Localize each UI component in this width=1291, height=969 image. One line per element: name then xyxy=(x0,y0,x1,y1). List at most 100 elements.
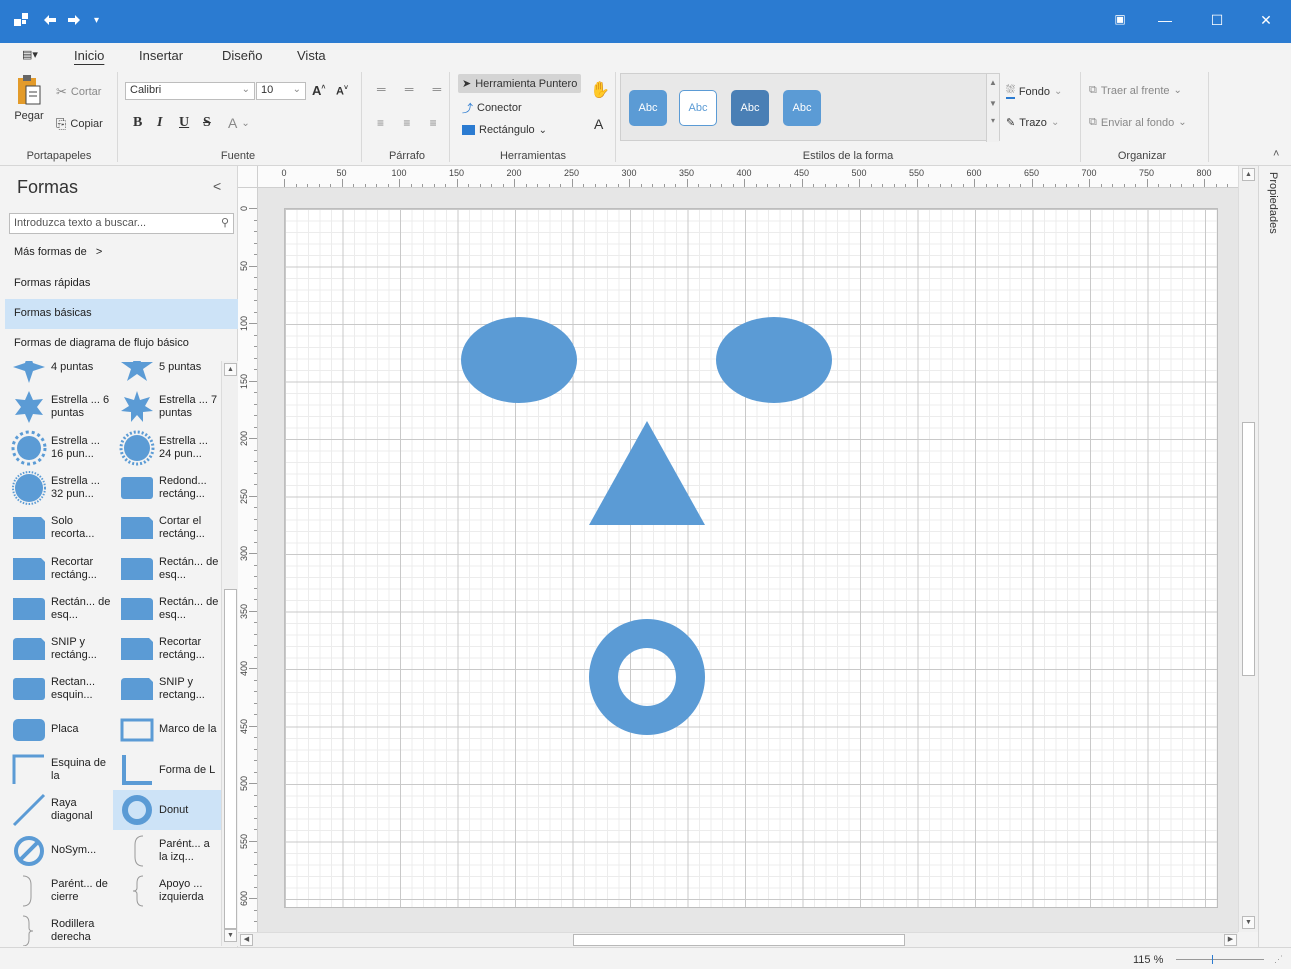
ellipse-shape-left[interactable] xyxy=(461,317,577,403)
shape-item[interactable]: Raya diagonal xyxy=(5,790,113,830)
shrink-font-button[interactable]: A˅ xyxy=(336,85,348,98)
fill-button[interactable]: ⛆ Fondo ⌄ xyxy=(1006,84,1062,99)
font-family-combo[interactable]: Calibri ⌄ xyxy=(125,82,255,100)
pointer-tool-button[interactable]: ➤ Herramienta Puntero xyxy=(458,74,582,93)
undo-icon[interactable] xyxy=(42,13,58,30)
properties-panel[interactable]: Propiedades xyxy=(1258,166,1291,947)
font-size-combo[interactable]: 10 ⌄ xyxy=(256,82,306,100)
grow-font-button[interactable]: A˄ xyxy=(312,83,325,98)
shape-item[interactable]: Parént... de cierre xyxy=(5,871,113,911)
bold-button[interactable]: B xyxy=(133,115,142,131)
shape-item[interactable]: Estrella ... 7 puntas xyxy=(113,387,221,427)
send-to-back-button[interactable]: ⧉ Enviar al fondo ⌄ xyxy=(1089,116,1187,129)
shape-item[interactable]: SNIP y rectang... xyxy=(113,669,221,709)
text-tool-button[interactable]: A xyxy=(594,116,603,132)
shape-item[interactable]: 4 puntas xyxy=(5,361,113,387)
shape-style-swatch[interactable]: Abc xyxy=(679,90,717,126)
pan-tool-button[interactable]: ✋ xyxy=(590,80,610,100)
properties-panel-label[interactable]: Propiedades xyxy=(1267,172,1279,234)
shape-style-swatch[interactable]: Abc xyxy=(783,90,821,126)
donut-shape[interactable] xyxy=(589,619,706,735)
customize-icon[interactable]: ▾ xyxy=(94,13,99,29)
tab-vista[interactable]: Vista xyxy=(297,48,326,63)
cut-button[interactable]: ✂ Cortar xyxy=(56,84,101,100)
scroll-down-icon[interactable]: ▼ xyxy=(224,929,237,942)
collapse-panel-icon[interactable]: < xyxy=(213,178,221,194)
connector-tool-button[interactable]: ⤴ Conector xyxy=(462,100,522,116)
maximize-icon[interactable]: ☐ xyxy=(1207,12,1227,29)
rectangle-tool-button[interactable]: Rectángulo ⌄ xyxy=(462,124,547,136)
shape-item[interactable]: Forma de L xyxy=(113,750,221,790)
zoom-slider-thumb[interactable] xyxy=(1212,955,1213,964)
strikethrough-button[interactable]: S xyxy=(203,115,211,131)
shape-list-scrollbar[interactable]: ▲ ▼ xyxy=(221,361,238,946)
stroke-button[interactable]: ✎ Trazo ⌄ xyxy=(1006,116,1059,130)
shape-item[interactable]: Estrella ... 24 pun... xyxy=(113,428,221,468)
triangle-shape[interactable] xyxy=(589,421,705,525)
shape-search-input[interactable]: Introduzca texto a buscar... ⚲ xyxy=(9,213,234,234)
shape-item[interactable]: Rectán... de esq... xyxy=(5,589,113,629)
category-basic-flowchart[interactable]: Formas de diagrama de flujo básico xyxy=(5,329,238,359)
font-color-button[interactable]: A ⌄ xyxy=(228,115,250,131)
shape-item[interactable]: Recortar rectáng... xyxy=(113,629,221,669)
shape-item[interactable]: Estrella ... 32 pun... xyxy=(5,468,113,508)
category-quick-shapes[interactable]: Formas rápidas xyxy=(5,269,238,299)
zoom-slider[interactable] xyxy=(1176,959,1264,960)
align-text-buttons[interactable]: ≡ ≡ ≡ xyxy=(377,116,445,130)
scroll-thumb[interactable] xyxy=(573,934,905,946)
shape-item[interactable]: Apoyo ... izquierda xyxy=(113,871,221,911)
underline-button[interactable]: U xyxy=(179,115,189,131)
canvas-vertical-scrollbar[interactable]: ▲ ▼ xyxy=(1238,166,1258,932)
shape-item[interactable]: Esquina de la xyxy=(5,750,113,790)
shape-item[interactable]: Rodillera derecha xyxy=(5,911,113,946)
minimize-icon[interactable]: — xyxy=(1155,12,1175,28)
redo-icon[interactable] xyxy=(66,13,82,30)
align-top-buttons[interactable]: ═ ═ ═ xyxy=(377,82,449,96)
gallery-scrollbar[interactable]: ▲ ▼ ▾ xyxy=(986,74,999,142)
shape-item[interactable]: 5 puntas xyxy=(113,361,221,387)
shape-item[interactable]: Estrella ... 16 pun... xyxy=(5,428,113,468)
more-shapes-item[interactable]: Más formas de > xyxy=(5,238,238,268)
scroll-up-icon[interactable]: ▲ xyxy=(224,363,237,376)
chevron-down-icon[interactable]: ▼ xyxy=(987,99,999,108)
shape-item[interactable]: SNIP y rectáng... xyxy=(5,629,113,669)
tab-insertar[interactable]: Insertar xyxy=(139,48,183,63)
scroll-right-icon[interactable]: ▶ xyxy=(1224,934,1237,946)
scroll-up-icon[interactable]: ▲ xyxy=(1242,168,1255,181)
shape-item[interactable]: Rectan... esquin... xyxy=(5,669,113,709)
ribbon-display-icon[interactable]: ▣ xyxy=(1110,12,1130,26)
shape-item[interactable]: Placa xyxy=(5,710,113,750)
shape-item[interactable]: Cortar el rectáng... xyxy=(113,508,221,548)
shape-style-swatch[interactable]: Abc xyxy=(731,90,769,126)
scroll-thumb[interactable] xyxy=(224,589,237,929)
diagram-page[interactable] xyxy=(284,208,1218,908)
shape-style-swatch[interactable]: Abc xyxy=(629,90,667,126)
category-basic-shapes[interactable]: Formas básicas xyxy=(5,299,238,329)
italic-button[interactable]: I xyxy=(157,115,162,131)
shape-item[interactable]: Estrella ... 6 puntas xyxy=(5,387,113,427)
gallery-expand-icon[interactable]: ▾ xyxy=(987,116,999,125)
shape-item[interactable]: Redond... rectáng... xyxy=(113,468,221,508)
collapse-ribbon-icon[interactable]: ˄ xyxy=(1273,148,1279,160)
shape-item[interactable]: Parént... a la izq... xyxy=(113,831,221,871)
shape-item[interactable]: Rectán... de esq... xyxy=(113,589,221,629)
scroll-left-icon[interactable]: ◀ xyxy=(240,934,253,946)
shape-item[interactable]: Rectán... de esq... xyxy=(113,549,221,589)
bring-to-front-button[interactable]: ⧉ Traer al frente ⌄ xyxy=(1089,84,1182,97)
shape-item[interactable]: Solo recorta... xyxy=(5,508,113,548)
scroll-thumb[interactable] xyxy=(1242,422,1255,676)
copy-button[interactable]: ⎘ Copiar xyxy=(56,116,103,132)
tab-inicio[interactable]: Inicio xyxy=(74,48,104,63)
shape-item[interactable]: Recortar rectáng... xyxy=(5,549,113,589)
ellipse-shape-right[interactable] xyxy=(716,317,832,403)
tab-diseno[interactable]: Diseño xyxy=(222,48,262,63)
canvas-horizontal-scrollbar[interactable]: ◀ ▶ xyxy=(238,932,1238,947)
shape-item[interactable]: Marco de la xyxy=(113,710,221,750)
file-menu-icon[interactable]: ▤▾ xyxy=(22,48,38,61)
close-icon[interactable]: ✕ xyxy=(1256,12,1276,29)
shape-item[interactable]: NoSym... xyxy=(5,831,113,871)
chevron-up-icon[interactable]: ▲ xyxy=(987,78,999,87)
scroll-down-icon[interactable]: ▼ xyxy=(1242,916,1255,929)
app-icon[interactable] xyxy=(14,13,32,32)
shape-item[interactable]: Donut xyxy=(113,790,221,831)
